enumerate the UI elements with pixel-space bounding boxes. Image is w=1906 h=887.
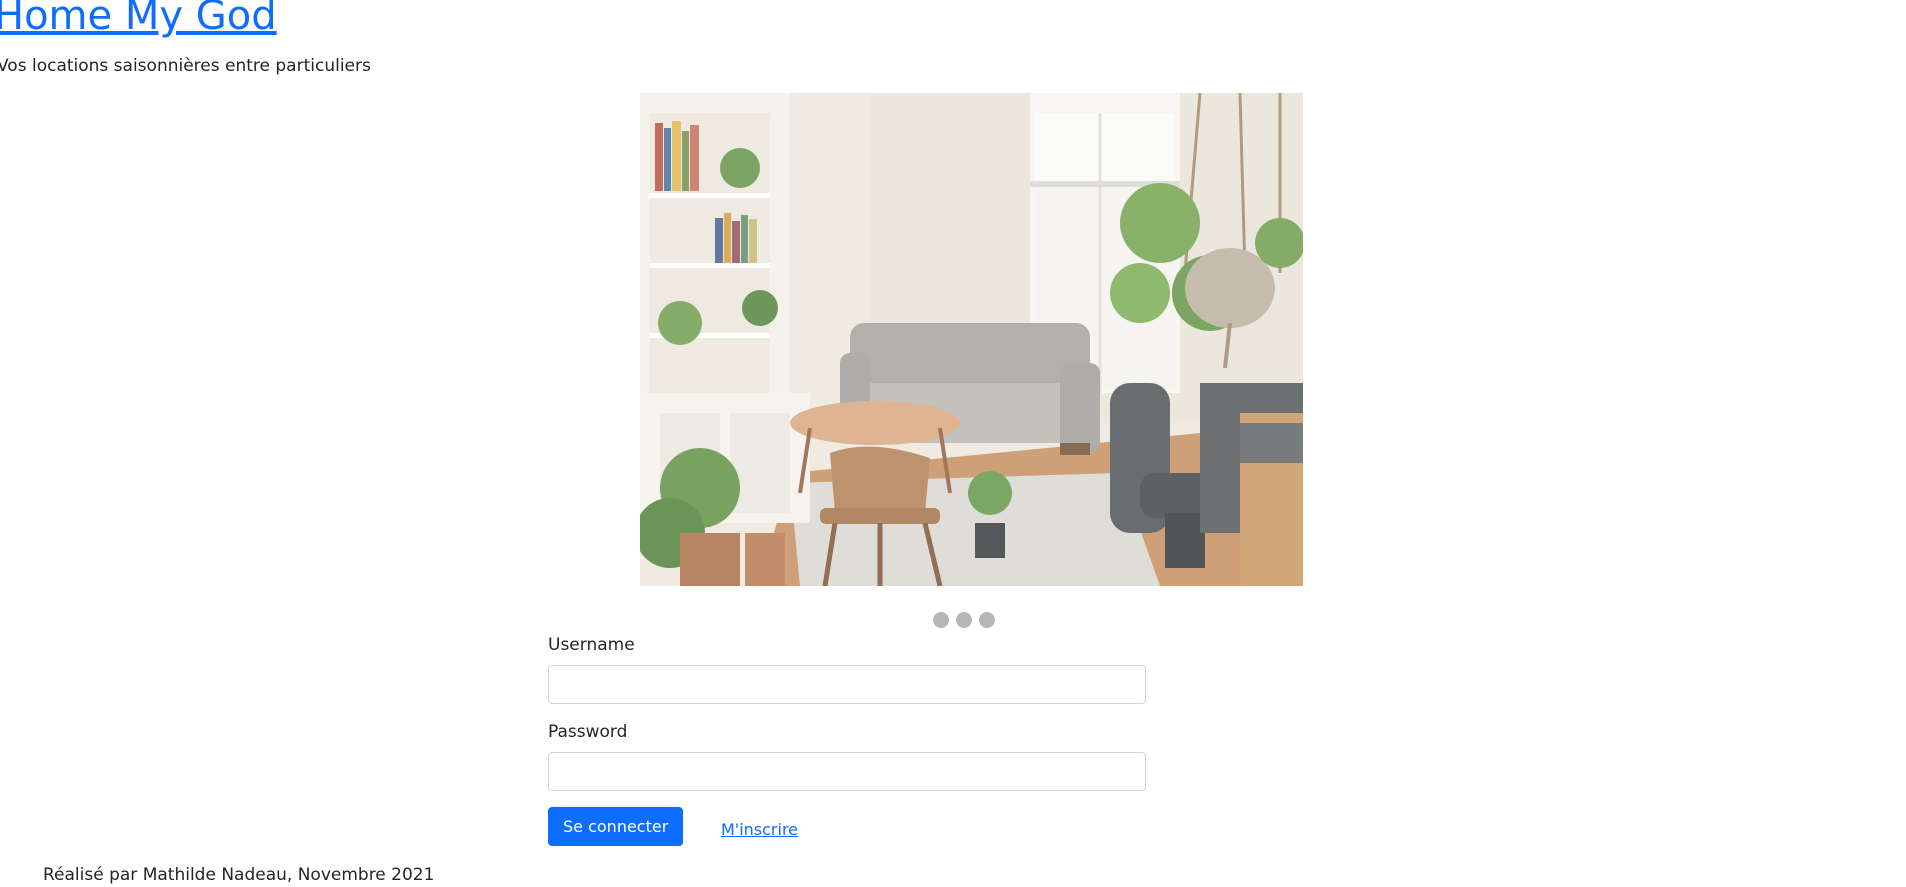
- register-link[interactable]: M'inscrire: [721, 820, 798, 839]
- login-button[interactable]: Se connecter: [548, 807, 684, 846]
- carousel[interactable]: [640, 93, 1303, 586]
- password-label: Password: [548, 722, 628, 742]
- password-input[interactable]: [548, 752, 1146, 791]
- login-form: Username Password Se connecter M'inscrir…: [548, 633, 1146, 847]
- site-title-link[interactable]: Home My God: [0, 0, 277, 39]
- username-label: Username: [548, 635, 635, 655]
- site-tagline: Vos locations saisonnières entre particu…: [0, 56, 371, 76]
- carousel-indicators: [933, 612, 995, 628]
- footer-credit: Réalisé par Mathilde Nadeau, Novembre 20…: [43, 865, 435, 885]
- carousel-slide-image: [640, 93, 1303, 586]
- username-input[interactable]: [548, 665, 1146, 704]
- site-title: Home My God: [0, 0, 277, 40]
- carousel-indicator-2[interactable]: [956, 612, 972, 628]
- carousel-indicator-3[interactable]: [979, 612, 995, 628]
- form-actions: Se connecter M'inscrire: [548, 807, 1146, 847]
- carousel-indicator-1[interactable]: [933, 612, 949, 628]
